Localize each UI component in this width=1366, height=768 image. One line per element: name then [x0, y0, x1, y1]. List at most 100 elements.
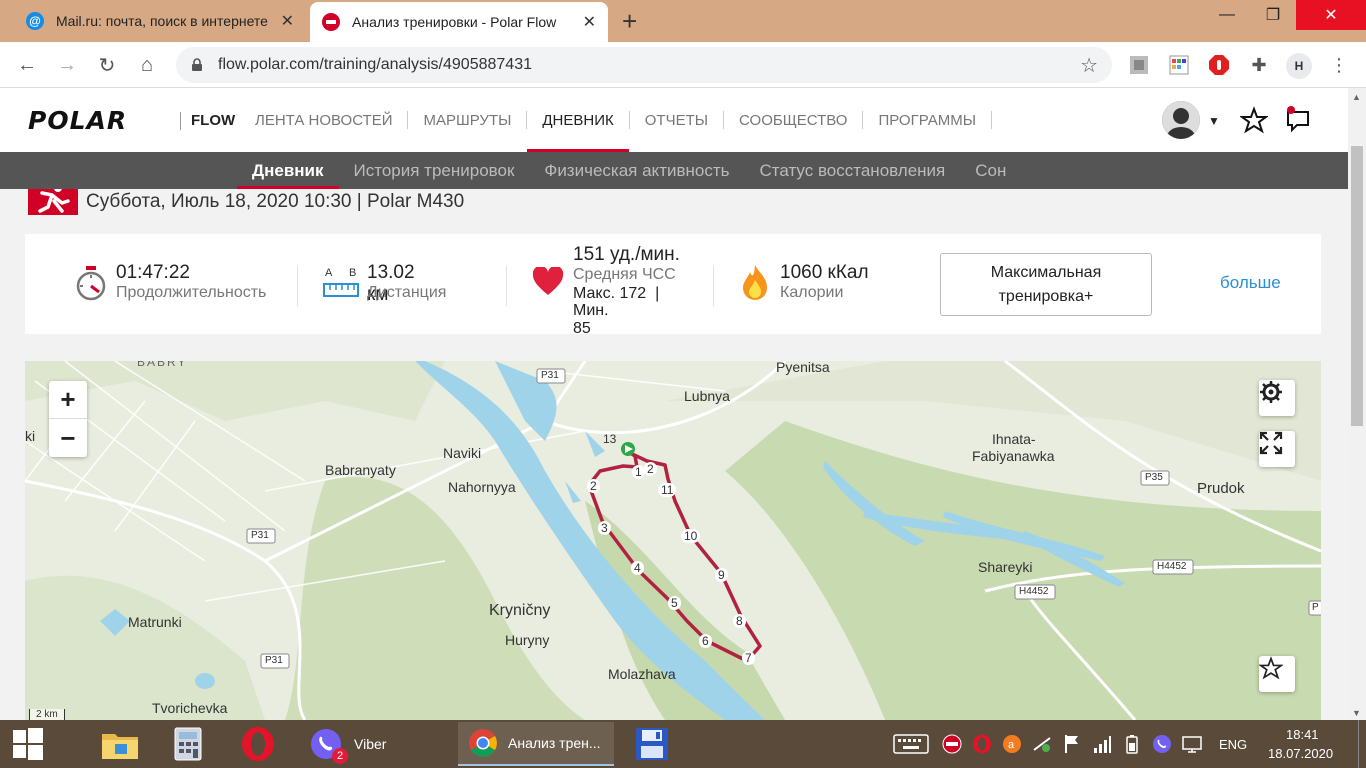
extensions-puzzle-icon[interactable]: ✚	[1248, 54, 1270, 76]
nav-routes[interactable]: МАРШРУТЫ	[408, 88, 526, 152]
address-bar[interactable]: flow.polar.com/training/analysis/4905887…	[176, 47, 1112, 83]
display-icon[interactable]	[1182, 734, 1202, 754]
extension-calendar-icon[interactable]	[1168, 54, 1190, 76]
km-marker: 2	[644, 462, 657, 476]
subnav-sleep[interactable]: Сон	[960, 152, 1021, 189]
road-label: P31	[265, 655, 283, 666]
clock-time[interactable]: 18:41	[1286, 727, 1319, 742]
scroll-down-icon[interactable]: ▼	[1352, 708, 1361, 718]
road-label: P31	[251, 530, 269, 541]
taskbar-chrome[interactable]: Анализ трен...	[458, 722, 614, 766]
action-center-flag-icon[interactable]	[1062, 734, 1082, 754]
extension-screenshot-icon[interactable]	[1128, 54, 1150, 76]
favorites-star-icon[interactable]	[1240, 106, 1268, 134]
map-place-label: Matrunki	[128, 614, 182, 630]
maximize-icon[interactable]: ❐	[1250, 0, 1296, 30]
tab-close-icon[interactable]: ✕	[281, 11, 294, 31]
zoom-out-button[interactable]: −	[49, 419, 87, 457]
windows-taskbar: 2 Viber Анализ трен... a ENG 18:41 18.07…	[0, 720, 1366, 768]
nav-community[interactable]: СООБЩЕСТВО	[724, 88, 862, 152]
map-place-label: Babranyaty	[325, 462, 396, 478]
svg-text:a: a	[1008, 739, 1015, 751]
calculator-icon[interactable]	[164, 720, 212, 768]
map-favorite-button[interactable]	[1259, 656, 1295, 692]
tray-network-status-icon[interactable]	[1032, 734, 1052, 754]
stat-divider	[506, 266, 507, 306]
page-scrollbar[interactable]: ▲ ▼	[1348, 88, 1366, 720]
browser-menu-icon[interactable]: ⋮	[1328, 54, 1350, 76]
nav-diary[interactable]: ДНЕВНИК	[527, 88, 630, 152]
polar-logo[interactable]: POLAR	[28, 106, 127, 135]
subnav-activity[interactable]: Физическая активность	[529, 152, 744, 189]
map-settings-button[interactable]	[1259, 380, 1295, 416]
subnav-diary[interactable]: Дневник	[237, 152, 339, 189]
nav-reports[interactable]: ОТЧЕТЫ	[630, 88, 723, 152]
stat-divider	[297, 266, 298, 306]
map-place-label: Shareyki	[978, 559, 1033, 575]
show-desktop-button[interactable]	[1358, 720, 1366, 768]
star-icon	[1259, 656, 1283, 680]
tray-viber-icon[interactable]	[1152, 734, 1172, 754]
forward-icon[interactable]: →	[54, 52, 80, 78]
zoom-in-button[interactable]: +	[49, 381, 87, 419]
nav-divider	[990, 111, 992, 129]
viber-badge: 2	[332, 748, 348, 764]
keyboard-icon[interactable]	[892, 734, 930, 754]
calories-value: 1060 кКал	[780, 262, 869, 283]
url-text: flow.polar.com/training/analysis/4905887…	[218, 56, 532, 73]
nav-programs[interactable]: ПРОГРАММЫ	[863, 88, 991, 152]
battery-icon[interactable]	[1122, 734, 1142, 754]
map-place-label: BABRY	[137, 361, 188, 369]
route-map[interactable]: BABRY Pyenitsa Lubnya Naviki Babranyaty …	[25, 361, 1321, 720]
subnav-training-history[interactable]: История тренировок	[339, 152, 530, 189]
km-marker: 4	[631, 561, 644, 575]
taskbar-viber[interactable]: 2 Viber	[300, 722, 452, 766]
tab-close-icon[interactable]: ✕	[583, 12, 596, 32]
nav-feed[interactable]: ЛЕНТА НОВОСТЕЙ	[240, 88, 407, 152]
tab-title: Mail.ru: почта, поиск в интернете	[56, 13, 268, 29]
minimize-icon[interactable]: —	[1204, 0, 1250, 30]
tray-avast-icon[interactable]: a	[1002, 734, 1022, 754]
gear-icon	[1260, 381, 1282, 403]
new-tab-icon[interactable]: +	[622, 6, 637, 37]
tab-polar-flow[interactable]: Анализ тренировки - Polar Flow ✕	[310, 2, 608, 42]
scroll-up-icon[interactable]: ▲	[1352, 92, 1361, 102]
home-icon[interactable]: ⌂	[134, 52, 160, 78]
floppy-save-icon[interactable]	[628, 720, 676, 768]
close-window-icon[interactable]: ✕	[1296, 0, 1366, 30]
km-marker: 3	[598, 521, 611, 535]
user-avatar[interactable]	[1162, 101, 1200, 139]
scrollbar-thumb[interactable]	[1351, 146, 1363, 426]
windows-start-icon[interactable]	[0, 720, 56, 768]
flame-icon	[743, 265, 767, 300]
km-marker: 11	[658, 483, 677, 497]
opera-icon[interactable]	[234, 720, 282, 768]
training-benefit-button[interactable]: Максимальная тренировка+	[940, 253, 1152, 316]
tray-opera-icon[interactable]	[972, 734, 992, 754]
map-place-label: Kryničny	[489, 602, 551, 619]
subnav-recovery[interactable]: Статус восстановления	[745, 152, 961, 189]
more-link[interactable]: больше	[1220, 273, 1281, 293]
signal-strength-icon[interactable]	[1092, 734, 1112, 754]
heart-icon	[532, 267, 564, 295]
tab-title: Анализ тренировки - Polar Flow	[352, 14, 557, 30]
tab-mailru[interactable]: @ Mail.ru: почта, поиск в интернете ✕	[14, 0, 306, 42]
map-place-label: Prudok	[1197, 480, 1245, 497]
adblock-icon[interactable]	[1208, 54, 1230, 76]
polar-header: POLAR FLOW ЛЕНТА НОВОСТЕЙ МАРШРУТЫ ДНЕВН…	[0, 88, 1348, 152]
km-marker: 6	[699, 634, 712, 648]
browser-toolbar: ← → ↻ ⌂ flow.polar.com/training/analysis…	[0, 42, 1366, 88]
notifications-icon[interactable]	[1284, 106, 1312, 134]
tray-polar-icon[interactable]	[942, 734, 962, 754]
stat-divider	[713, 266, 714, 306]
profile-avatar[interactable]: H	[1286, 53, 1312, 79]
file-explorer-icon[interactable]	[96, 720, 144, 768]
bookmark-star-icon[interactable]: ☆	[1080, 53, 1098, 78]
viber-label: Viber	[354, 736, 387, 752]
input-language[interactable]: ENG	[1219, 737, 1247, 752]
back-icon[interactable]: ←	[14, 52, 40, 78]
reload-icon[interactable]: ↻	[94, 52, 120, 78]
clock-date[interactable]: 18.07.2020	[1268, 746, 1333, 761]
map-fullscreen-button[interactable]	[1259, 431, 1295, 467]
user-menu-caret-icon[interactable]: ▼	[1208, 114, 1220, 128]
